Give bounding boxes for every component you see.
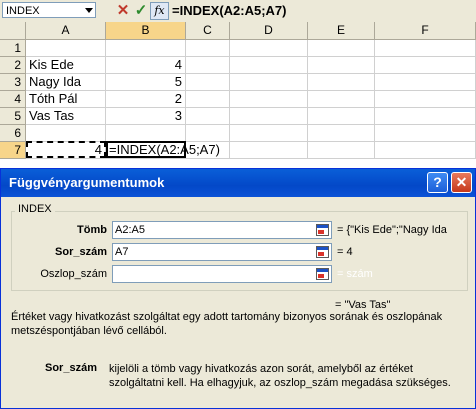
arg-value-sor-szam: A7 — [115, 246, 129, 258]
cell-a3[interactable]: Nagy Ida — [26, 74, 106, 91]
collapse-dialog-icon[interactable] — [316, 246, 329, 258]
grid-cell[interactable] — [26, 125, 106, 142]
column-header-e[interactable]: E — [308, 22, 375, 40]
grid-cell[interactable] — [230, 125, 308, 142]
grid-cell[interactable] — [230, 91, 308, 108]
column-header-c[interactable]: C — [186, 22, 230, 40]
grid-cell[interactable] — [375, 74, 476, 91]
collapse-dialog-icon[interactable] — [316, 268, 329, 280]
arg-label-oszlop-szam: Oszlop_szám — [40, 268, 107, 280]
column-header-d[interactable]: D — [230, 22, 308, 40]
row-header-4[interactable]: 4 — [0, 91, 26, 108]
grid-cell[interactable] — [308, 142, 375, 159]
grid-cell[interactable] — [375, 125, 476, 142]
grid-cell[interactable] — [230, 57, 308, 74]
cancel-icon[interactable]: ✕ — [115, 3, 131, 19]
function-arguments-dialog: Függvényargumentumok ? ✕ INDEX Tömb A2:A… — [0, 168, 476, 409]
help-button[interactable]: ? — [427, 172, 448, 193]
row-header-3[interactable]: 3 — [0, 74, 26, 91]
row-header-7[interactable]: 7 — [0, 142, 26, 159]
grid-cell[interactable] — [26, 40, 106, 57]
grid-cell[interactable] — [230, 142, 308, 159]
arg-value-tomb: A2:A5 — [115, 224, 145, 236]
grid-cell[interactable] — [230, 40, 308, 57]
row-header-6[interactable]: 6 — [0, 125, 26, 142]
grid-cell[interactable] — [230, 108, 308, 125]
grid-cell[interactable] — [186, 108, 230, 125]
cell-b2[interactable]: 4 — [106, 57, 186, 74]
row-header-5[interactable]: 5 — [0, 108, 26, 125]
grid-cell[interactable] — [308, 108, 375, 125]
grid-cell[interactable] — [308, 57, 375, 74]
collapse-dialog-icon[interactable] — [316, 224, 329, 236]
grid-cell[interactable] — [308, 125, 375, 142]
column-header-a[interactable]: A — [26, 22, 106, 40]
name-box[interactable]: INDEX — [2, 2, 96, 18]
dialog-titlebar[interactable]: Függvényargumentumok ? ✕ — [1, 169, 475, 197]
row-header-2[interactable]: 2 — [0, 57, 26, 74]
cell-b5[interactable]: 3 — [106, 108, 186, 125]
param-name: Sor_szám — [45, 362, 97, 374]
arg-label-sor-szam: Sor_szám — [55, 246, 107, 258]
arg-result-oszlop-szam: = szám — [337, 268, 373, 280]
grid-cell[interactable] — [375, 40, 476, 57]
grid-cell[interactable] — [186, 57, 230, 74]
copy-marquee-a7 — [26, 141, 106, 158]
column-header-f[interactable]: F — [375, 22, 476, 40]
grid-cell[interactable] — [186, 125, 230, 142]
cell-a2[interactable]: Kis Ede — [26, 57, 106, 74]
grid-cell[interactable] — [186, 91, 230, 108]
row-header-1[interactable]: 1 — [0, 40, 26, 57]
grid-cell[interactable] — [186, 74, 230, 91]
arg-result-sor-szam: = 4 — [337, 246, 353, 258]
select-all-corner[interactable] — [0, 22, 26, 40]
grid-cell[interactable] — [308, 40, 375, 57]
grid-cell[interactable] — [230, 74, 308, 91]
chevron-down-icon[interactable] — [85, 8, 93, 13]
arg-input-sor-szam[interactable]: A7 — [112, 243, 332, 261]
arg-label-tomb: Tömb — [77, 224, 107, 236]
arg-input-oszlop-szam[interactable] — [112, 265, 332, 283]
arg-result-tomb: = {"Kis Ede";"Nagy Ida — [337, 224, 447, 236]
grid-cell[interactable] — [375, 91, 476, 108]
column-header-b[interactable]: B — [106, 22, 186, 40]
close-button[interactable]: ✕ — [451, 172, 472, 193]
grid-cell[interactable] — [375, 108, 476, 125]
grid-cell[interactable] — [106, 40, 186, 57]
group-label: INDEX — [15, 203, 55, 215]
cell-b4[interactable]: 2 — [106, 91, 186, 108]
cell-a4[interactable]: Tóth Pál — [26, 91, 106, 108]
name-box-value: INDEX — [6, 5, 40, 17]
grid-cell[interactable] — [106, 125, 186, 142]
cell-a5[interactable]: Vas Tas — [26, 108, 106, 125]
function-description: Értéket vagy hivatkozást szolgáltat egy … — [11, 311, 443, 337]
grid-cell[interactable] — [186, 40, 230, 57]
formula-input[interactable]: =INDEX(A2:A5;A7) — [172, 2, 287, 20]
grid-cell[interactable] — [308, 74, 375, 91]
insert-function-icon[interactable]: fx — [150, 2, 169, 20]
arg-input-tomb[interactable]: A2:A5 — [112, 221, 332, 239]
formula-bar: INDEX ✕ ✓ fx =INDEX(A2:A5;A7) — [0, 0, 476, 23]
active-cell-b7[interactable]: =INDEX(A2:A5;A7) — [106, 141, 220, 158]
grid-cell[interactable] — [375, 142, 476, 159]
grid-cell[interactable] — [375, 57, 476, 74]
cell-b3[interactable]: 5 — [106, 74, 186, 91]
param-description: kijelöli a tömb vagy hivatkozás azon sor… — [109, 363, 451, 389]
grid-cell[interactable] — [308, 91, 375, 108]
dialog-title: Függvényargumentumok — [9, 175, 165, 190]
enter-icon[interactable]: ✓ — [133, 3, 149, 19]
